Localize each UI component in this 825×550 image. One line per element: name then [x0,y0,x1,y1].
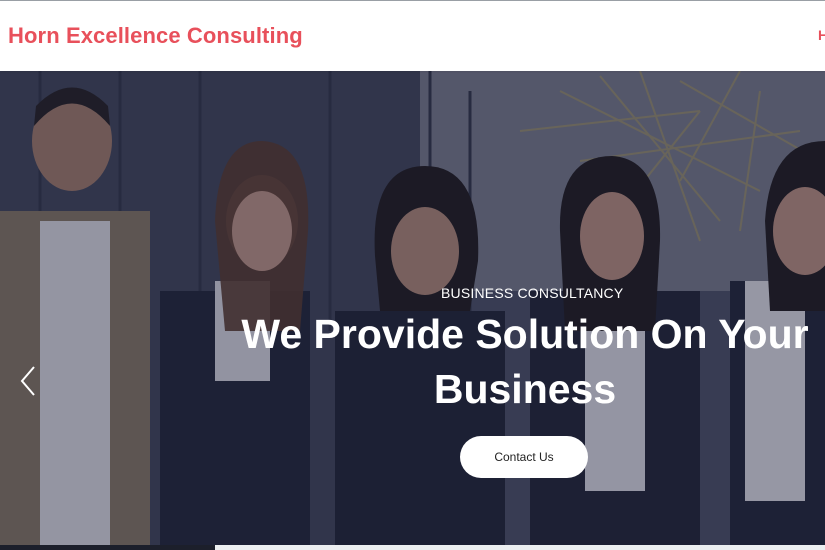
hero-eyebrow: BUSINESS CONSULTANCY [441,285,624,301]
chevron-left-icon [20,366,35,396]
contact-us-button[interactable]: Contact Us [460,436,588,478]
bottom-strip-dark [0,545,215,550]
hero-headline: We Provide Solution On Your Business [241,311,809,412]
nav-link-partial[interactable]: H [818,27,825,43]
navbar: Horn Excellence Consulting H [0,1,825,71]
site-brand[interactable]: Horn Excellence Consulting [8,23,303,49]
slider-prev-button[interactable] [14,361,42,401]
hero-slider: BUSINESS CONSULTANCY We Provide Solution… [0,71,825,545]
bottom-strip [0,545,825,550]
